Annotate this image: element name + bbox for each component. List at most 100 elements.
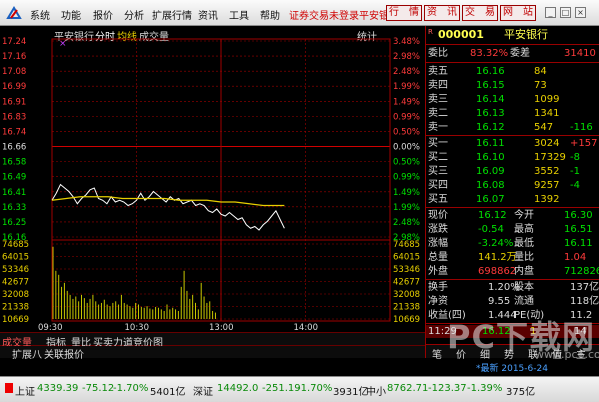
fundamental-row: 换手 1.20% 股本 137亿 <box>426 281 599 294</box>
tab-website[interactable]: 网 站 <box>500 5 536 21</box>
volume-axis-label: 42677 <box>2 278 29 288</box>
volume-axis-label-right: 21338 <box>393 303 420 313</box>
sh-index-change: -75.12 <box>82 383 115 394</box>
bid-label: 买二 <box>428 152 448 163</box>
price-axis-label: 17.08 <box>2 67 26 77</box>
stock-code-header: R 000001 平安银行 <box>426 28 599 41</box>
panel-separator <box>426 62 599 63</box>
r-badge: R <box>428 28 433 36</box>
zx-index-change: -123.37 <box>428 383 467 394</box>
stock-quick-link[interactable]: 平安银 <box>359 7 389 22</box>
price-axis-label: 16.41 <box>2 188 26 198</box>
time-axis-label: 14:00 <box>294 323 319 332</box>
ask-price: 16.13 <box>476 108 505 119</box>
maximize-button[interactable]: □ <box>560 7 571 18</box>
tab-related-quotes[interactable]: 关联报价 <box>44 346 84 361</box>
menu-function[interactable]: 功能 <box>61 7 81 22</box>
ask-label: 卖一 <box>428 122 448 133</box>
volume-axis-label: 10669 <box>2 315 29 325</box>
pct-axis-label: 0.50% <box>393 158 420 168</box>
volume-axis-label: 64015 <box>2 253 29 263</box>
weibi-label: 委比 <box>428 48 448 59</box>
menu-help[interactable]: 帮助 <box>260 7 280 22</box>
bid-label: 买一 <box>428 138 448 149</box>
volume-axis-label-right: 10669 <box>393 315 420 325</box>
detail-tab[interactable]: 笔 <box>432 346 442 361</box>
fundamental-label-2: 股本 <box>514 282 534 293</box>
panel-separator <box>426 207 599 208</box>
sz-index-change: -251.19 <box>262 383 301 394</box>
volume-axis-label-right: 42677 <box>393 278 420 288</box>
stat-label: 外盘 <box>428 266 448 277</box>
stat-value: -3.24% <box>478 238 514 249</box>
tab-quotes[interactable]: 行 情 <box>386 5 422 21</box>
volume-axis-label: 74685 <box>2 240 29 250</box>
bid-row: 买三 16.09 3552 -1 <box>426 165 599 178</box>
menu-news[interactable]: 资讯 <box>198 7 218 22</box>
menu-extended-quotes[interactable]: 扩展行情 <box>152 7 192 22</box>
zx-index-label[interactable]: 中小 <box>366 383 386 398</box>
bid-volume: 17329 <box>534 152 566 163</box>
ask-price: 16.16 <box>476 66 505 77</box>
ask-volume: 1341 <box>534 108 560 119</box>
time-axis-label: 09:30 <box>38 323 63 332</box>
close-button[interactable]: × <box>575 7 586 18</box>
bid-change: -1 <box>570 166 580 177</box>
trade-login-status-link[interactable]: 证券交易未登录 <box>289 7 359 22</box>
stat-value: 141.2万 <box>478 252 517 263</box>
ask-price: 16.14 <box>476 94 505 105</box>
stat-row: 涨幅 -3.24% 最低 16.11 <box>426 237 599 250</box>
stat-value-2: 16.51 <box>564 224 593 235</box>
stat-label-2: 最高 <box>514 224 534 235</box>
price-axis-label: 16.74 <box>2 127 26 137</box>
watermark-url: www.pc6.com <box>535 348 599 361</box>
app-logo-icon <box>6 6 22 19</box>
bid-price: 16.07 <box>476 194 505 205</box>
stock-code: 000001 <box>438 28 484 41</box>
pct-axis-label: 2.98% <box>393 52 420 62</box>
stat-value: 698862 <box>478 266 517 277</box>
fundamental-value-2: 118亿 <box>570 296 599 307</box>
fundamental-label: 换手 <box>428 282 448 293</box>
sh-index-amount: 5401亿 <box>150 387 186 398</box>
volume-axis-label: 53346 <box>2 265 29 275</box>
menu-quote[interactable]: 报价 <box>93 7 113 22</box>
intraday-chart[interactable]: 17.24 3.48% 17.16 2.98% 17.08 2.48% 16.99 1.99%… <box>0 26 425 332</box>
stat-label: 总量 <box>428 252 448 263</box>
stat-label-2: 今开 <box>514 210 534 221</box>
pct-axis-label: 0.99% <box>393 112 420 122</box>
menu-analysis[interactable]: 分析 <box>124 7 144 22</box>
stat-label: 现价 <box>428 210 448 221</box>
stat-label: 涨幅 <box>428 238 448 249</box>
ask-volume: 547 <box>534 122 554 133</box>
volume-axis-label-right: 74685 <box>393 240 420 250</box>
stock-name: 平安银行 <box>504 28 548 41</box>
stat-row: 涨跌 -0.54 最高 16.51 <box>426 223 599 236</box>
ask-row: 卖五 16.16 84 <box>426 65 599 78</box>
bid-change: -8 <box>570 152 580 163</box>
menu-system[interactable]: 系统 <box>30 7 50 22</box>
bid-row: 买四 16.08 9257 -4 <box>426 179 599 192</box>
tab-news[interactable]: 资 讯 <box>424 5 460 21</box>
ask-volume: 1099 <box>534 94 560 105</box>
minimize-button[interactable]: _ <box>545 7 556 18</box>
zx-index-value: 8762.71 <box>387 383 429 394</box>
menu-tools[interactable]: 工具 <box>229 7 249 22</box>
ask-row: 卖一 16.12 547 -116 <box>426 121 599 134</box>
indicator-tabs: 成交量 指标 量比 买卖力道 竞价图 <box>0 332 425 349</box>
sh-index-value: 4339.39 <box>37 383 79 394</box>
fundamental-row: 净资 9.55 流通 118亿 <box>426 295 599 308</box>
price-axis-label: 16.83 <box>2 112 26 122</box>
sh-index-label[interactable]: 上证 <box>15 383 35 398</box>
update-time: *最新 2015-6-24 <box>476 364 548 374</box>
zx-index-amount: 375亿 <box>506 387 536 398</box>
tab-extension-8[interactable]: 扩展八 <box>12 346 42 361</box>
tab-trade[interactable]: 交 易 <box>462 5 498 21</box>
bid-change: +157 <box>570 138 598 149</box>
ask-label: 卖四 <box>428 80 448 91</box>
sh-index-pct: -1.70% <box>113 383 149 394</box>
sz-index-amount: 3931亿 <box>333 387 369 398</box>
ask-volume: 84 <box>534 66 547 77</box>
sz-index-label[interactable]: 深证 <box>193 383 213 398</box>
weibi-row: 委比 83.32% 委差 31410 <box>426 47 599 60</box>
